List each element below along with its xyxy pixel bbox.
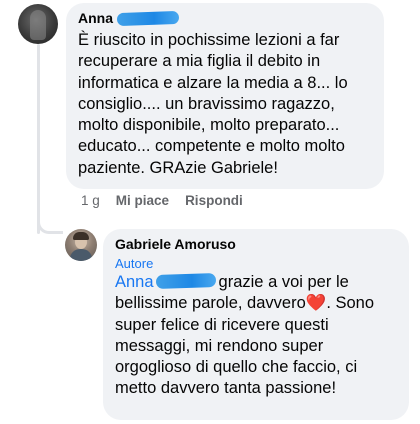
avatar-image-hair (73, 232, 89, 240)
thread-connector (37, 218, 63, 234)
reply-button[interactable]: Rispondi (185, 192, 243, 210)
comment-author[interactable]: Anna (78, 9, 372, 27)
like-button[interactable]: Mi piace (116, 192, 169, 210)
author-badge: Autore (115, 256, 154, 271)
heart-emoji-icon: ❤️ (305, 294, 327, 313)
avatar-image-shirt (70, 249, 92, 261)
comment-timestamp[interactable]: 1 g (81, 192, 100, 210)
thread-line (37, 44, 40, 234)
comment-author-name[interactable]: Anna (78, 9, 113, 27)
avatar-image (30, 10, 46, 40)
comment-text: È riuscito in pochissime lezioni a far r… (78, 31, 348, 177)
reply-text: Anna grazie a voi per le bellissime parol… (115, 272, 397, 400)
reply-avatar[interactable] (65, 229, 97, 261)
avatar[interactable] (18, 4, 58, 44)
mention-link[interactable]: Anna (115, 273, 154, 291)
comment-bubble: Anna È riuscito in pochissime lezioni a … (66, 3, 384, 189)
redacted-mention (155, 272, 216, 290)
reply-bubble: Gabriele Amoruso Autore Anna grazie a voi… (103, 229, 409, 420)
comment-actions: 1 g Mi piace Rispondi (81, 192, 243, 210)
reply-author[interactable]: Gabriele Amoruso (115, 235, 397, 253)
redacted-surname (116, 10, 180, 26)
